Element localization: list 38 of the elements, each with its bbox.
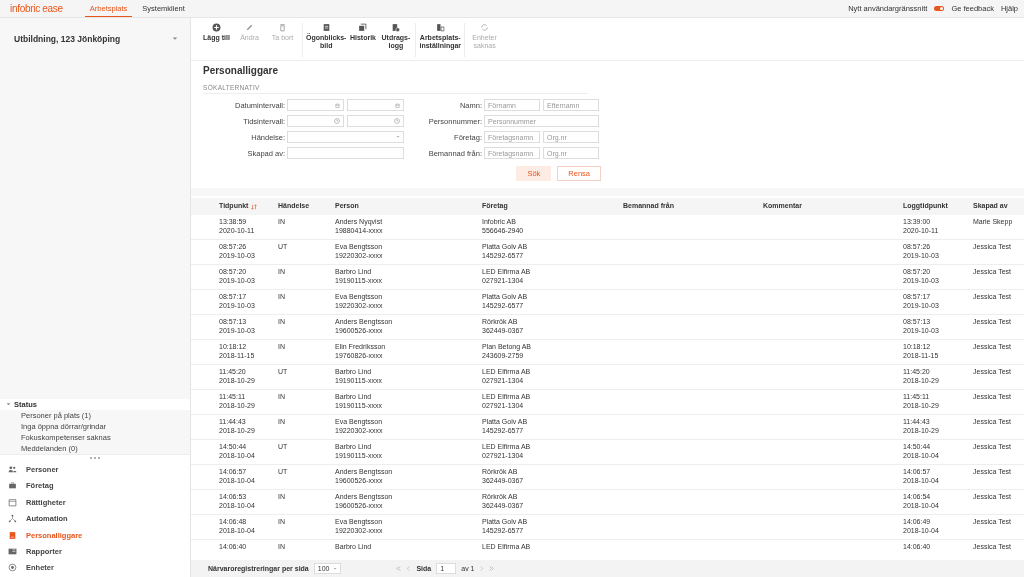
input-field[interactable]: [287, 147, 404, 159]
dropdown-field[interactable]: [287, 131, 404, 143]
device-icon: [8, 563, 17, 573]
time-field[interactable]: [347, 115, 404, 127]
app-logo: infobric ease: [10, 3, 63, 14]
people-icon: [8, 464, 17, 474]
report-icon: [8, 546, 17, 556]
next-page-icon: [479, 566, 485, 571]
page-title: Personalliggare: [203, 65, 280, 76]
previous-page-icon: [406, 566, 412, 571]
caret-icon: [396, 135, 400, 139]
more-icon: [89, 456, 101, 461]
first-page-icon: [396, 566, 402, 571]
plus-circle-icon: [212, 23, 221, 32]
sort-icon: [251, 203, 258, 210]
network-icon: [8, 514, 17, 524]
building-icon: [435, 23, 445, 32]
date-field[interactable]: [287, 99, 344, 111]
calendar-icon: [335, 102, 340, 108]
book-icon: [8, 530, 17, 540]
toggle-switch[interactable]: [934, 6, 945, 11]
calendar-icon: [8, 497, 17, 507]
caret-icon: [172, 36, 178, 42]
pencil-icon: [245, 23, 254, 32]
caret-icon: [333, 566, 338, 571]
calendar-icon: [395, 102, 400, 108]
last-page-icon: [489, 566, 495, 571]
document-clock-icon: [391, 23, 401, 32]
refresh-icon: [480, 23, 490, 32]
clock-icon: [394, 118, 400, 124]
time-field[interactable]: [287, 115, 344, 127]
briefcase-icon: [8, 481, 17, 491]
caret-icon: [6, 402, 11, 408]
clock-icon: [334, 118, 340, 124]
trash-icon: [278, 23, 287, 32]
date-field[interactable]: [347, 99, 404, 111]
documents-icon: [358, 23, 368, 32]
document-icon: [321, 23, 331, 32]
